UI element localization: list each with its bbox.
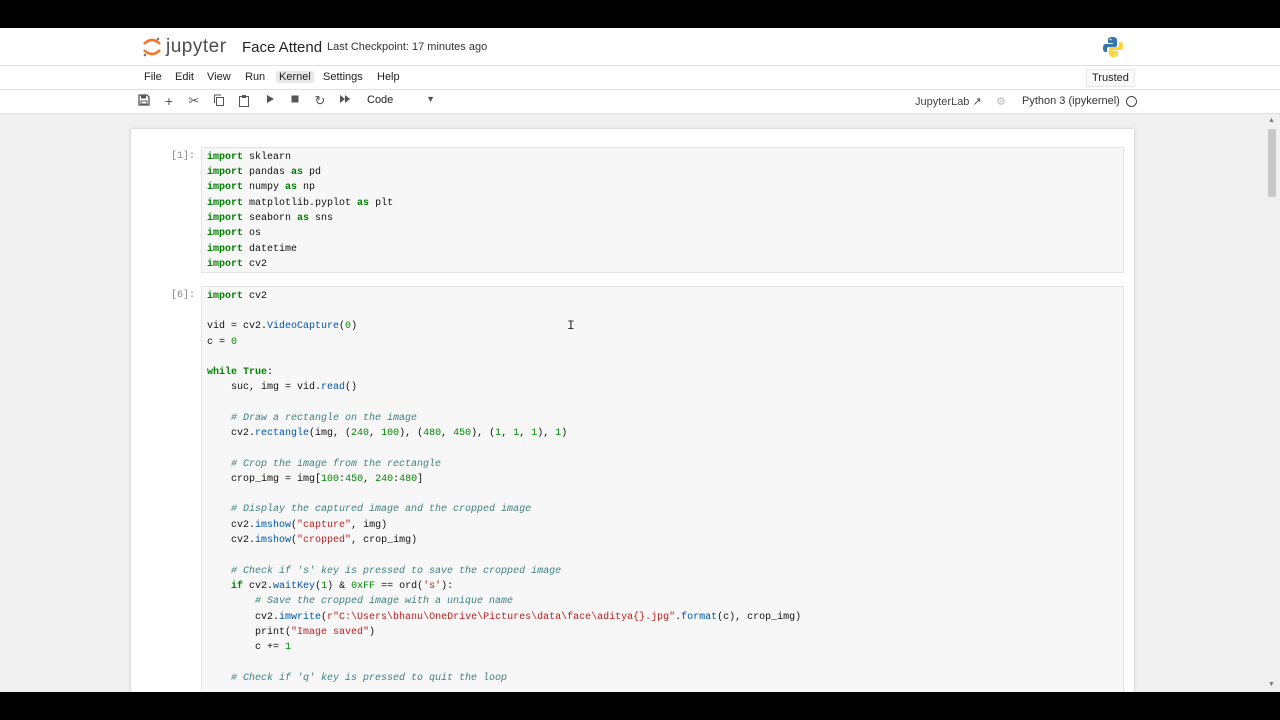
menu-settings[interactable]: Settings xyxy=(320,71,366,83)
paste-icon[interactable] xyxy=(237,94,251,108)
menu-help[interactable]: Help xyxy=(374,71,403,83)
code-editor[interactable]: import cv2 vid = cv2.VideoCapture(0) c =… xyxy=(201,286,1124,692)
settings-gear-icon[interactable]: ⚙ xyxy=(996,95,1006,108)
code-line: import os xyxy=(207,228,262,239)
code-line: if cv2.waitKey(1) & 0xFF == ord('s'): xyxy=(231,581,454,592)
vertical-scrollbar[interactable]: ▲ ▼ xyxy=(1266,115,1278,692)
code-line: # Save the cropped image with a unique n… xyxy=(255,596,514,607)
code-line: cv2.imshow("cropped", crop_img) xyxy=(207,535,418,546)
menu-edit[interactable]: Edit xyxy=(172,71,197,83)
code-line: vid = cv2.VideoCapture(0) xyxy=(207,321,358,332)
run-icon[interactable] xyxy=(263,94,277,108)
code-line: # Display the captured image and the cro… xyxy=(231,504,532,515)
scroll-thumb[interactable] xyxy=(1268,129,1276,197)
cell-type-select[interactable]: Code ▼ xyxy=(367,94,435,106)
text-cursor-icon: I xyxy=(567,318,575,333)
jupyter-logo-icon xyxy=(142,36,162,58)
notebook-panel: [1]: import sklearn import pandas as pd … xyxy=(131,129,1134,692)
copy-icon[interactable] xyxy=(212,94,226,108)
code-line: import pandas as pd xyxy=(207,167,322,178)
code-line: # Check if 's' key is pressed to save th… xyxy=(231,566,562,577)
code-line: c = 0 xyxy=(207,337,238,348)
code-line: import seaborn as sns xyxy=(207,213,334,224)
cut-icon[interactable]: ✂ xyxy=(187,94,201,108)
kernel-name[interactable]: Python 3 (ipykernel) xyxy=(1022,95,1120,107)
chevron-down-icon: ▼ xyxy=(426,94,435,104)
jupyter-window: jupyter Face Attend Last Checkpoint: 17 … xyxy=(0,28,1280,692)
menu-bar: File Edit View Run Kernel Settings Help … xyxy=(0,66,1280,90)
external-link-icon: ↗ xyxy=(972,96,982,108)
menu-file[interactable]: File xyxy=(141,71,165,83)
notebook-toolbar: + ✂ ↻ Code ▼ JupyterLab ↗ ⚙ Python 3 (ip… xyxy=(0,90,1280,114)
code-line: print("Image saved") xyxy=(207,627,376,638)
code-line: import datetime xyxy=(207,244,298,255)
code-line: import cv2 xyxy=(207,291,268,302)
trusted-indicator[interactable]: Trusted xyxy=(1086,69,1135,87)
jupyterlab-link[interactable]: JupyterLab ↗ xyxy=(915,95,982,108)
code-line: import cv2 xyxy=(207,259,268,270)
code-line: import matplotlib.pyplot as plt xyxy=(207,198,394,209)
restart-icon[interactable]: ↻ xyxy=(313,94,327,108)
code-line: while True: xyxy=(207,367,274,378)
code-editor[interactable]: import sklearn import pandas as pd impor… xyxy=(201,147,1124,273)
code-line: # Draw a rectangle on the image xyxy=(231,413,418,424)
jupyter-logo[interactable]: jupyter xyxy=(142,36,227,58)
top-header: jupyter Face Attend Last Checkpoint: 17 … xyxy=(0,28,1280,66)
scroll-down-icon[interactable]: ▼ xyxy=(1268,681,1275,688)
python-logo-icon xyxy=(1102,36,1124,58)
code-line: cv2.imwrite(r"C:\Users\bhanu\OneDrive\Pi… xyxy=(207,612,802,623)
add-cell-icon[interactable]: + xyxy=(162,94,176,108)
cell-type-value: Code xyxy=(367,94,394,106)
code-line: import numpy as np xyxy=(207,182,316,193)
menu-run[interactable]: Run xyxy=(242,71,268,83)
code-line: import sklearn xyxy=(207,152,292,163)
code-line: # Check if 'q' key is pressed to quit th… xyxy=(231,673,508,684)
kernel-status-circle-icon xyxy=(1126,96,1137,107)
notebook-title[interactable]: Face Attend xyxy=(242,39,322,56)
code-line: cv2.imshow("capture", img) xyxy=(207,520,388,531)
stop-icon[interactable] xyxy=(288,94,302,108)
checkpoint-status: Last Checkpoint: 17 minutes ago xyxy=(327,41,488,53)
code-line: cv2.rectangle(img, (240, 100), (480, 450… xyxy=(207,428,568,439)
menu-kernel[interactable]: Kernel xyxy=(276,71,314,83)
scroll-up-icon[interactable]: ▲ xyxy=(1268,117,1275,124)
cell-prompt: [1]: xyxy=(170,151,195,162)
code-line: suc, img = vid.read() xyxy=(207,382,358,393)
code-cell-1[interactable]: [1]: import sklearn import pandas as pd … xyxy=(169,147,1124,273)
code-cell-2[interactable]: [6]: import cv2 vid = cv2.VideoCapture(0… xyxy=(169,286,1124,692)
fast-forward-icon[interactable] xyxy=(338,94,352,108)
jupyter-logo-text: jupyter xyxy=(166,36,227,57)
code-line: crop_img = img[100:450, 240:480] xyxy=(207,474,424,485)
save-icon[interactable] xyxy=(137,94,151,108)
jupyterlab-label: JupyterLab xyxy=(915,96,970,108)
cell-prompt: [6]: xyxy=(170,290,195,301)
menu-view[interactable]: View xyxy=(204,71,234,83)
code-line: # Crop the image from the rectangle xyxy=(231,459,442,470)
code-line: c += 1 xyxy=(207,642,292,653)
